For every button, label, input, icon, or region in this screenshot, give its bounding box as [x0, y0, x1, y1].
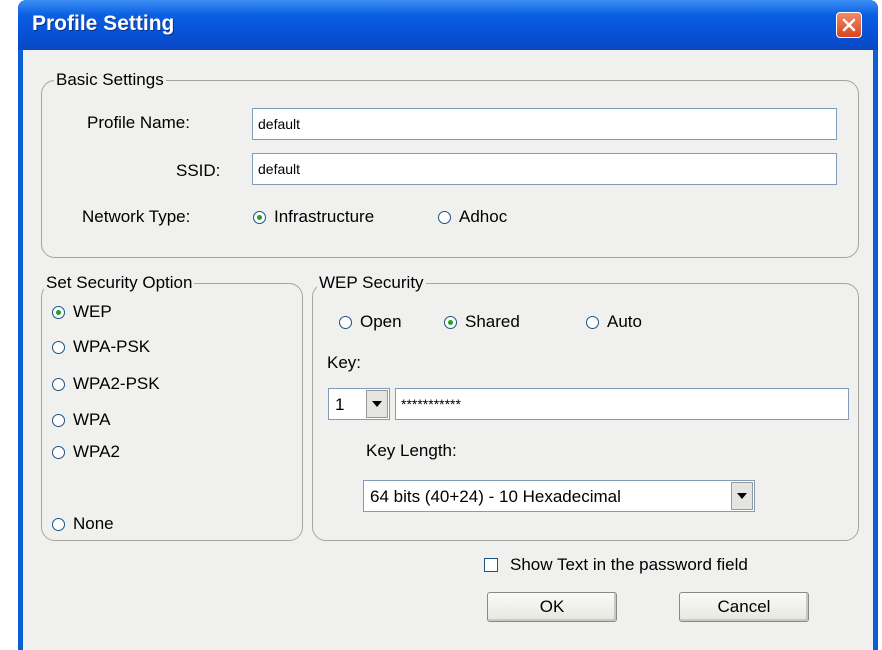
key-length-select[interactable]: 64 bits (40+24) - 10 Hexadecimal: [363, 480, 755, 512]
wep-option-label: WEP: [73, 302, 112, 321]
network-type-label: Network Type:: [82, 207, 191, 226]
infrastructure-label: Infrastructure: [274, 207, 375, 226]
profile-setting-window: Profile Setting Basic Settings Profile N…: [18, 0, 878, 650]
chevron-down-icon: [737, 493, 747, 499]
ssid-input[interactable]: default: [252, 153, 837, 185]
security-option-wpa2-psk-radio[interactable]: WPA2-PSK: [52, 374, 160, 394]
close-icon: [842, 18, 856, 32]
dialog-body: Basic Settings Profile Name: default SSI…: [23, 50, 873, 650]
wpa2-option-label: WPA2: [73, 442, 120, 461]
key-index-value: 1: [335, 395, 345, 414]
none-option-label: None: [73, 514, 114, 533]
radio-unselected-icon: [52, 377, 65, 391]
ssid-label: SSID:: [176, 161, 221, 180]
open-label: Open: [360, 312, 402, 331]
adhoc-label: Adhoc: [459, 207, 508, 226]
dropdown-arrow-button[interactable]: [366, 390, 388, 418]
network-type-adhoc-radio[interactable]: Adhoc: [438, 207, 507, 227]
radio-selected-icon: [444, 315, 457, 329]
wpa2-psk-option-label: WPA2-PSK: [73, 374, 160, 393]
auth-shared-radio[interactable]: Shared: [444, 312, 520, 332]
radio-unselected-icon: [52, 445, 65, 459]
window-title: Profile Setting: [32, 12, 175, 35]
radio-selected-icon: [253, 210, 266, 224]
show-text-label: Show Text in the password field: [510, 555, 748, 574]
basic-settings-legend: Basic Settings: [56, 70, 164, 89]
key-length-value: 64 bits (40+24) - 10 Hexadecimal: [370, 487, 621, 506]
security-option-wep-radio[interactable]: WEP: [52, 302, 112, 322]
chevron-down-icon: [372, 401, 382, 407]
security-option-wpa-radio[interactable]: WPA: [52, 410, 110, 430]
radio-unselected-icon: [586, 315, 599, 329]
dropdown-arrow-button[interactable]: [731, 482, 753, 510]
key-input[interactable]: ***********: [395, 388, 849, 420]
network-type-infrastructure-radio[interactable]: Infrastructure: [253, 207, 374, 227]
radio-unselected-icon: [438, 210, 451, 224]
ok-button[interactable]: OK: [487, 592, 617, 622]
radio-unselected-icon: [52, 517, 65, 531]
title-bar[interactable]: Profile Setting: [18, 0, 878, 50]
wep-security-legend: WEP Security: [319, 273, 424, 292]
radio-unselected-icon: [52, 340, 65, 354]
wpa-psk-option-label: WPA-PSK: [73, 337, 151, 356]
radio-selected-icon: [52, 305, 65, 319]
radio-unselected-icon: [339, 315, 352, 329]
cancel-button[interactable]: Cancel: [679, 592, 809, 622]
profile-name-input[interactable]: default: [252, 108, 837, 140]
key-label: Key:: [327, 353, 362, 372]
auth-auto-radio[interactable]: Auto: [586, 312, 642, 332]
checkbox-unchecked-icon: [484, 558, 498, 572]
security-option-none-radio[interactable]: None: [52, 514, 114, 534]
key-length-label: Key Length:: [366, 441, 457, 460]
close-button[interactable]: [836, 12, 862, 38]
show-text-checkbox[interactable]: Show Text in the password field: [484, 555, 748, 575]
security-option-wpa-psk-radio[interactable]: WPA-PSK: [52, 337, 150, 357]
wpa-option-label: WPA: [73, 410, 111, 429]
auth-open-radio[interactable]: Open: [339, 312, 402, 332]
key-index-select[interactable]: 1: [328, 388, 390, 420]
security-option-wpa2-radio[interactable]: WPA2: [52, 442, 120, 462]
auto-label: Auto: [607, 312, 642, 331]
security-option-legend: Set Security Option: [46, 273, 193, 292]
radio-unselected-icon: [52, 413, 65, 427]
shared-label: Shared: [465, 312, 520, 331]
profile-name-label: Profile Name:: [87, 113, 190, 132]
